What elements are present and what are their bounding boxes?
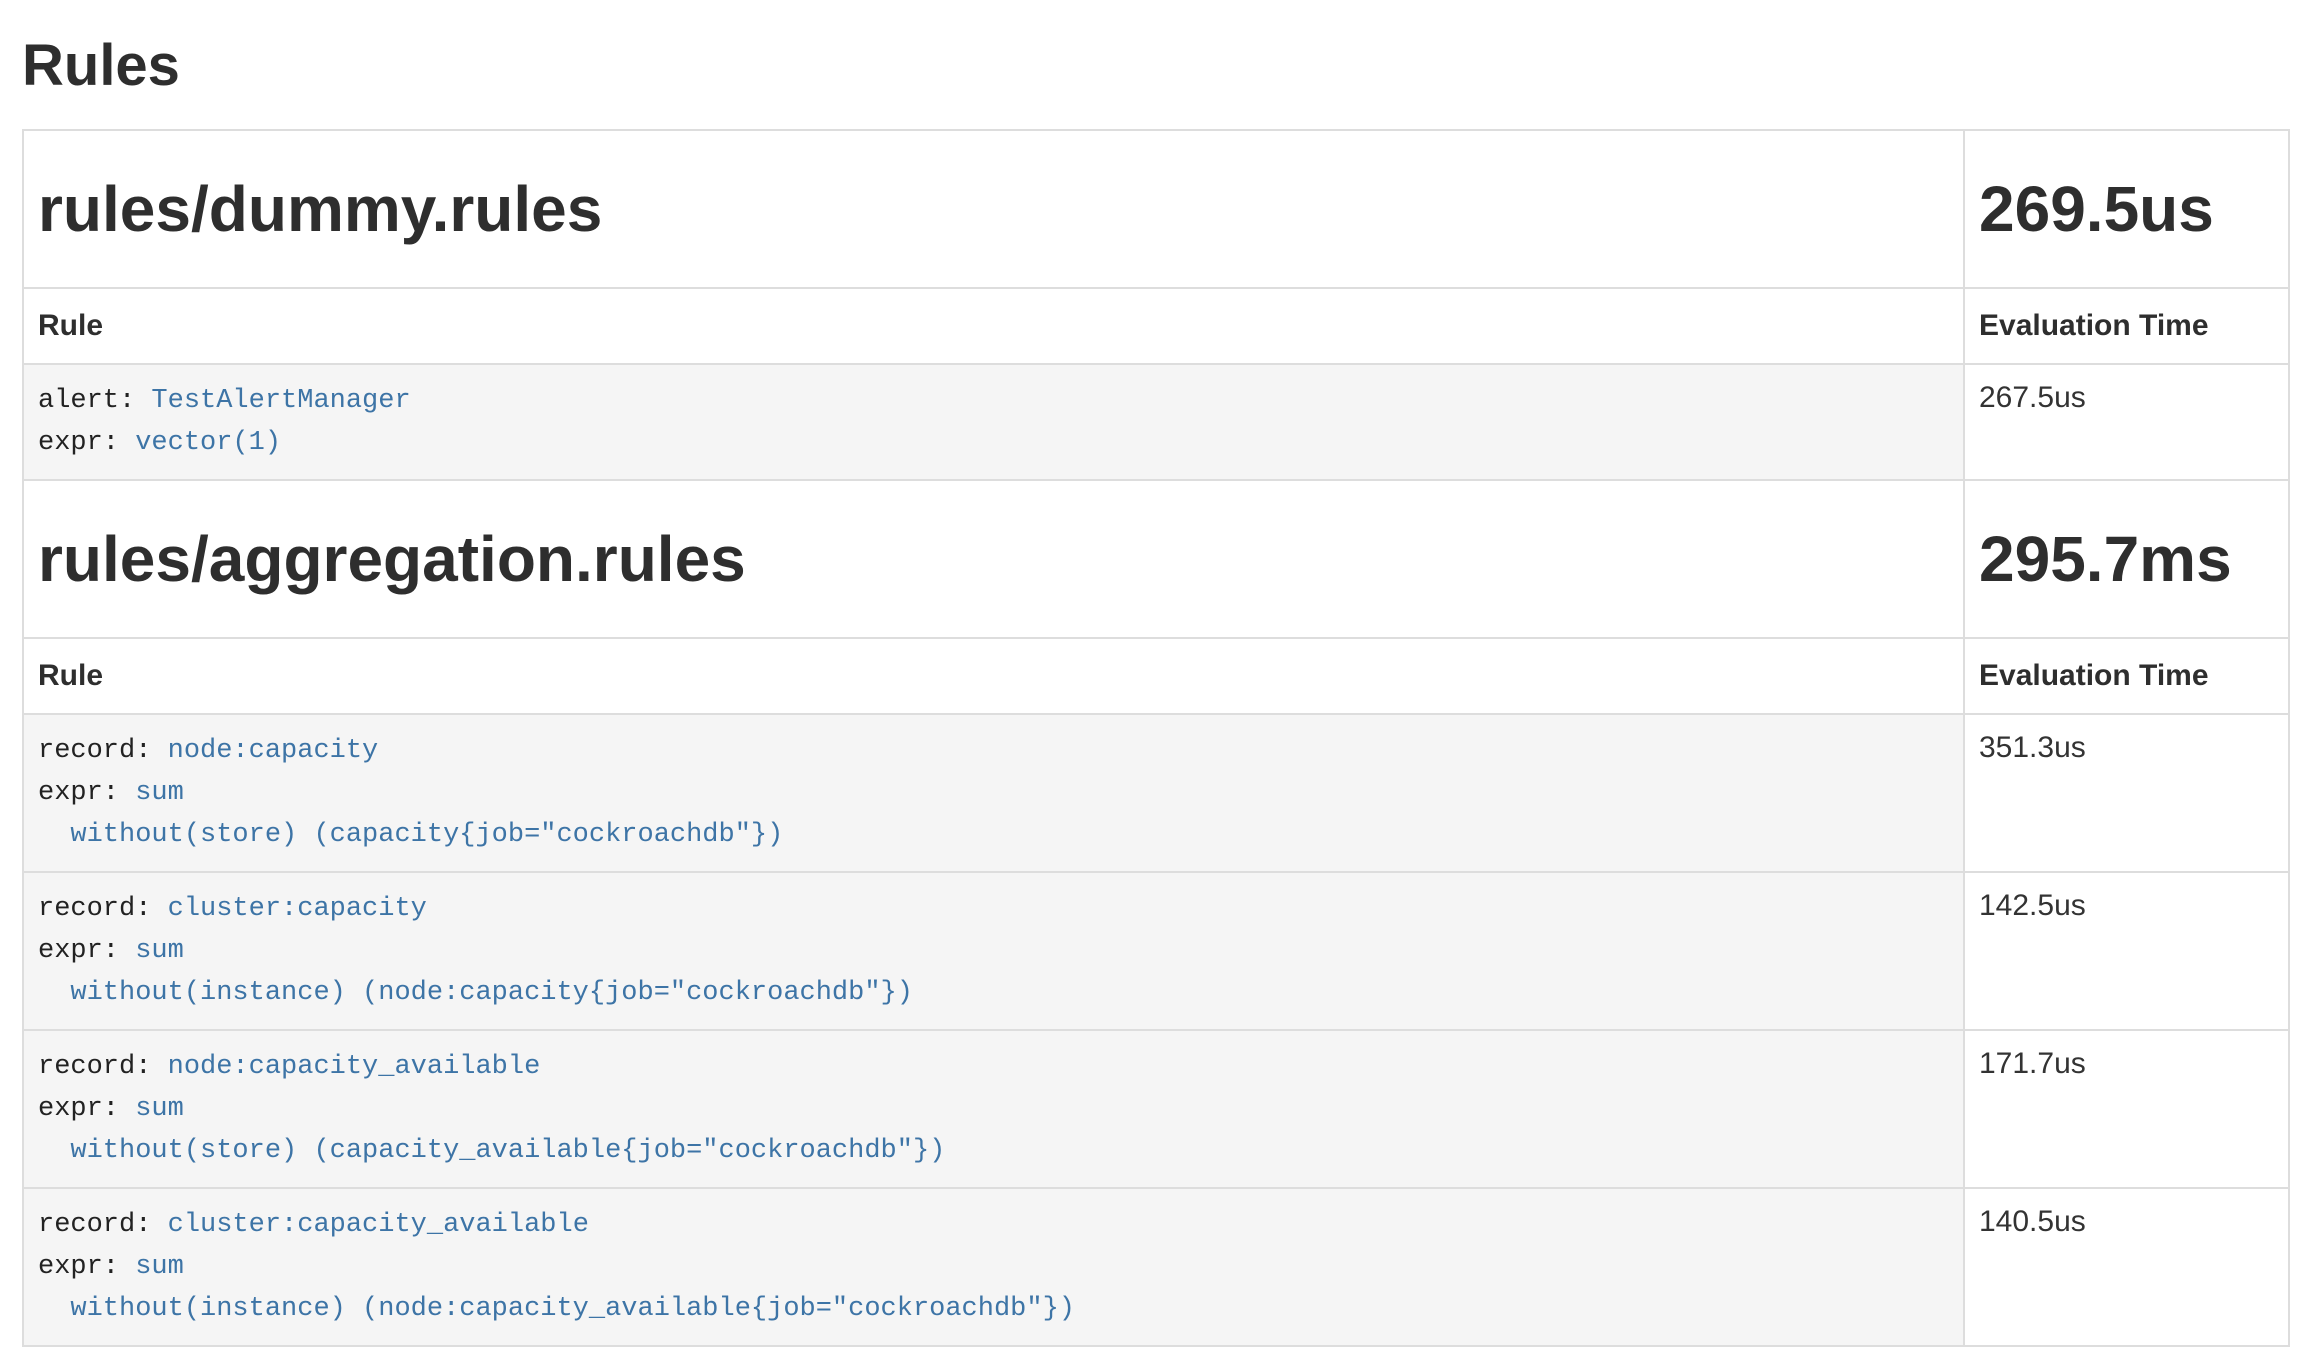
rule-expression-link[interactable]: node:capacity <box>168 736 379 766</box>
column-header-row: RuleEvaluation Time <box>23 288 2289 364</box>
rule-definition-cell: record: cluster:capacity_availableexpr: … <box>23 1188 1964 1346</box>
rules-table-body: rules/dummy.rules269.5usRuleEvaluation T… <box>23 130 2289 1346</box>
rule-group-file: rules/dummy.rules <box>38 173 602 245</box>
rule-definition-cell: record: node:capacity_availableexpr: sum… <box>23 1030 1964 1188</box>
rule-code-line: record: cluster:capacity_available <box>38 1204 1949 1246</box>
rule-eval-time: 140.5us <box>1964 1188 2289 1346</box>
rule-group-eval-time: 295.7ms <box>1979 523 2232 595</box>
rule-group-header-row: rules/aggregation.rules 295.7ms <box>23 480 2289 638</box>
rule-keyword: expr: <box>38 936 135 966</box>
rule-code-line: without(instance) (node:capacity_availab… <box>38 1288 1949 1330</box>
rule-expression-link[interactable]: without(instance) (node:capacity_availab… <box>38 1294 1075 1324</box>
rule-code-line: without(instance) (node:capacity{job="co… <box>38 972 1949 1014</box>
rule-keyword: expr: <box>38 778 135 808</box>
rule-code-line: without(store) (capacity_available{job="… <box>38 1130 1949 1172</box>
rule-code-line: record: cluster:capacity <box>38 888 1949 930</box>
rule-group-eval-time: 269.5us <box>1979 173 2214 245</box>
rule-column-header: Rule <box>23 288 1964 364</box>
rule-eval-time: 142.5us <box>1964 872 2289 1030</box>
rule-code-line: alert: TestAlertManager <box>38 380 1949 422</box>
rule-code-line: expr: sum <box>38 1088 1949 1130</box>
rule-keyword: expr: <box>38 1252 135 1282</box>
rule-code-line: expr: sum <box>38 930 1949 972</box>
rule-code-line: expr: sum <box>38 1246 1949 1288</box>
rule-code-line: record: node:capacity_available <box>38 1046 1949 1088</box>
rule-group-file: rules/aggregation.rules <box>38 523 746 595</box>
rule-keyword: record: <box>38 894 168 924</box>
rule-group-eval-time-cell: 295.7ms <box>1964 480 2289 638</box>
rule-eval-time: 351.3us <box>1964 714 2289 872</box>
rule-row: record: node:capacityexpr: sum without(s… <box>23 714 2289 872</box>
rule-group-file-cell: rules/aggregation.rules <box>23 480 1964 638</box>
rule-definition-cell: alert: TestAlertManagerexpr: vector(1) <box>23 364 1964 480</box>
rule-definition-cell: record: cluster:capacityexpr: sum withou… <box>23 872 1964 1030</box>
rule-expression-link[interactable]: without(store) (capacity{job="cockroachd… <box>38 820 783 850</box>
rules-table: rules/dummy.rules269.5usRuleEvaluation T… <box>22 129 2290 1347</box>
rule-group-header-row: rules/dummy.rules 269.5us <box>23 130 2289 288</box>
rule-expression-link[interactable]: cluster:capacity <box>168 894 427 924</box>
rule-expression-link[interactable]: cluster:capacity_available <box>168 1210 589 1240</box>
rule-expression-link[interactable]: vector(1) <box>135 428 281 458</box>
rule-keyword: expr: <box>38 1094 135 1124</box>
rule-keyword: alert: <box>38 386 151 416</box>
evaluation-time-column-header: Evaluation Time <box>1964 288 2289 364</box>
column-header-row: RuleEvaluation Time <box>23 638 2289 714</box>
rule-keyword: record: <box>38 1210 168 1240</box>
rule-expression-link[interactable]: sum <box>135 1094 184 1124</box>
rule-code-line: expr: vector(1) <box>38 422 1949 464</box>
rule-row: alert: TestAlertManagerexpr: vector(1)26… <box>23 364 2289 480</box>
rule-keyword: record: <box>38 1052 168 1082</box>
rule-expression-link[interactable]: sum <box>135 1252 184 1282</box>
rule-keyword: record: <box>38 736 168 766</box>
rule-row: record: cluster:capacityexpr: sum withou… <box>23 872 2289 1030</box>
evaluation-time-column-header: Evaluation Time <box>1964 638 2289 714</box>
rule-expression-link[interactable]: sum <box>135 936 184 966</box>
rule-group-eval-time-cell: 269.5us <box>1964 130 2289 288</box>
page-title: Rules <box>22 36 2290 97</box>
rule-group-file-cell: rules/dummy.rules <box>23 130 1964 288</box>
rule-expression-link[interactable]: without(store) (capacity_available{job="… <box>38 1136 945 1166</box>
rule-code-line: without(store) (capacity{job="cockroachd… <box>38 814 1949 856</box>
rule-eval-time: 267.5us <box>1964 364 2289 480</box>
rule-eval-time: 171.7us <box>1964 1030 2289 1188</box>
rule-code-line: expr: sum <box>38 772 1949 814</box>
rule-definition-cell: record: node:capacityexpr: sum without(s… <box>23 714 1964 872</box>
rule-expression-link[interactable]: TestAlertManager <box>151 386 410 416</box>
rule-code-line: record: node:capacity <box>38 730 1949 772</box>
rules-page: Rules rules/dummy.rules269.5usRuleEvalua… <box>22 36 2290 1347</box>
rule-row: record: node:capacity_availableexpr: sum… <box>23 1030 2289 1188</box>
rule-expression-link[interactable]: without(instance) (node:capacity{job="co… <box>38 978 913 1008</box>
rule-keyword: expr: <box>38 428 135 458</box>
rule-expression-link[interactable]: node:capacity_available <box>168 1052 541 1082</box>
rule-row: record: cluster:capacity_availableexpr: … <box>23 1188 2289 1346</box>
rule-expression-link[interactable]: sum <box>135 778 184 808</box>
rule-column-header: Rule <box>23 638 1964 714</box>
